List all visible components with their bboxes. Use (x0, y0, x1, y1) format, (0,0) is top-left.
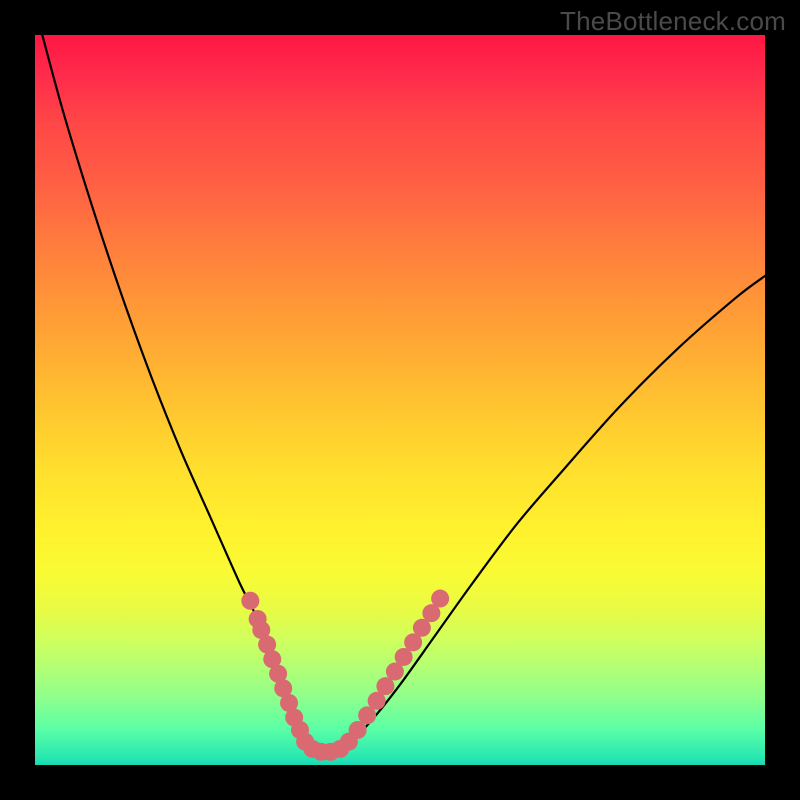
data-marker (431, 590, 449, 608)
watermark-text: TheBottleneck.com (560, 6, 786, 37)
chart-frame: TheBottleneck.com (0, 0, 800, 800)
plot-area (35, 35, 765, 765)
curve-svg (35, 35, 765, 765)
bottleneck-curve (42, 35, 765, 751)
data-marker (241, 592, 259, 610)
marker-group (241, 590, 449, 761)
